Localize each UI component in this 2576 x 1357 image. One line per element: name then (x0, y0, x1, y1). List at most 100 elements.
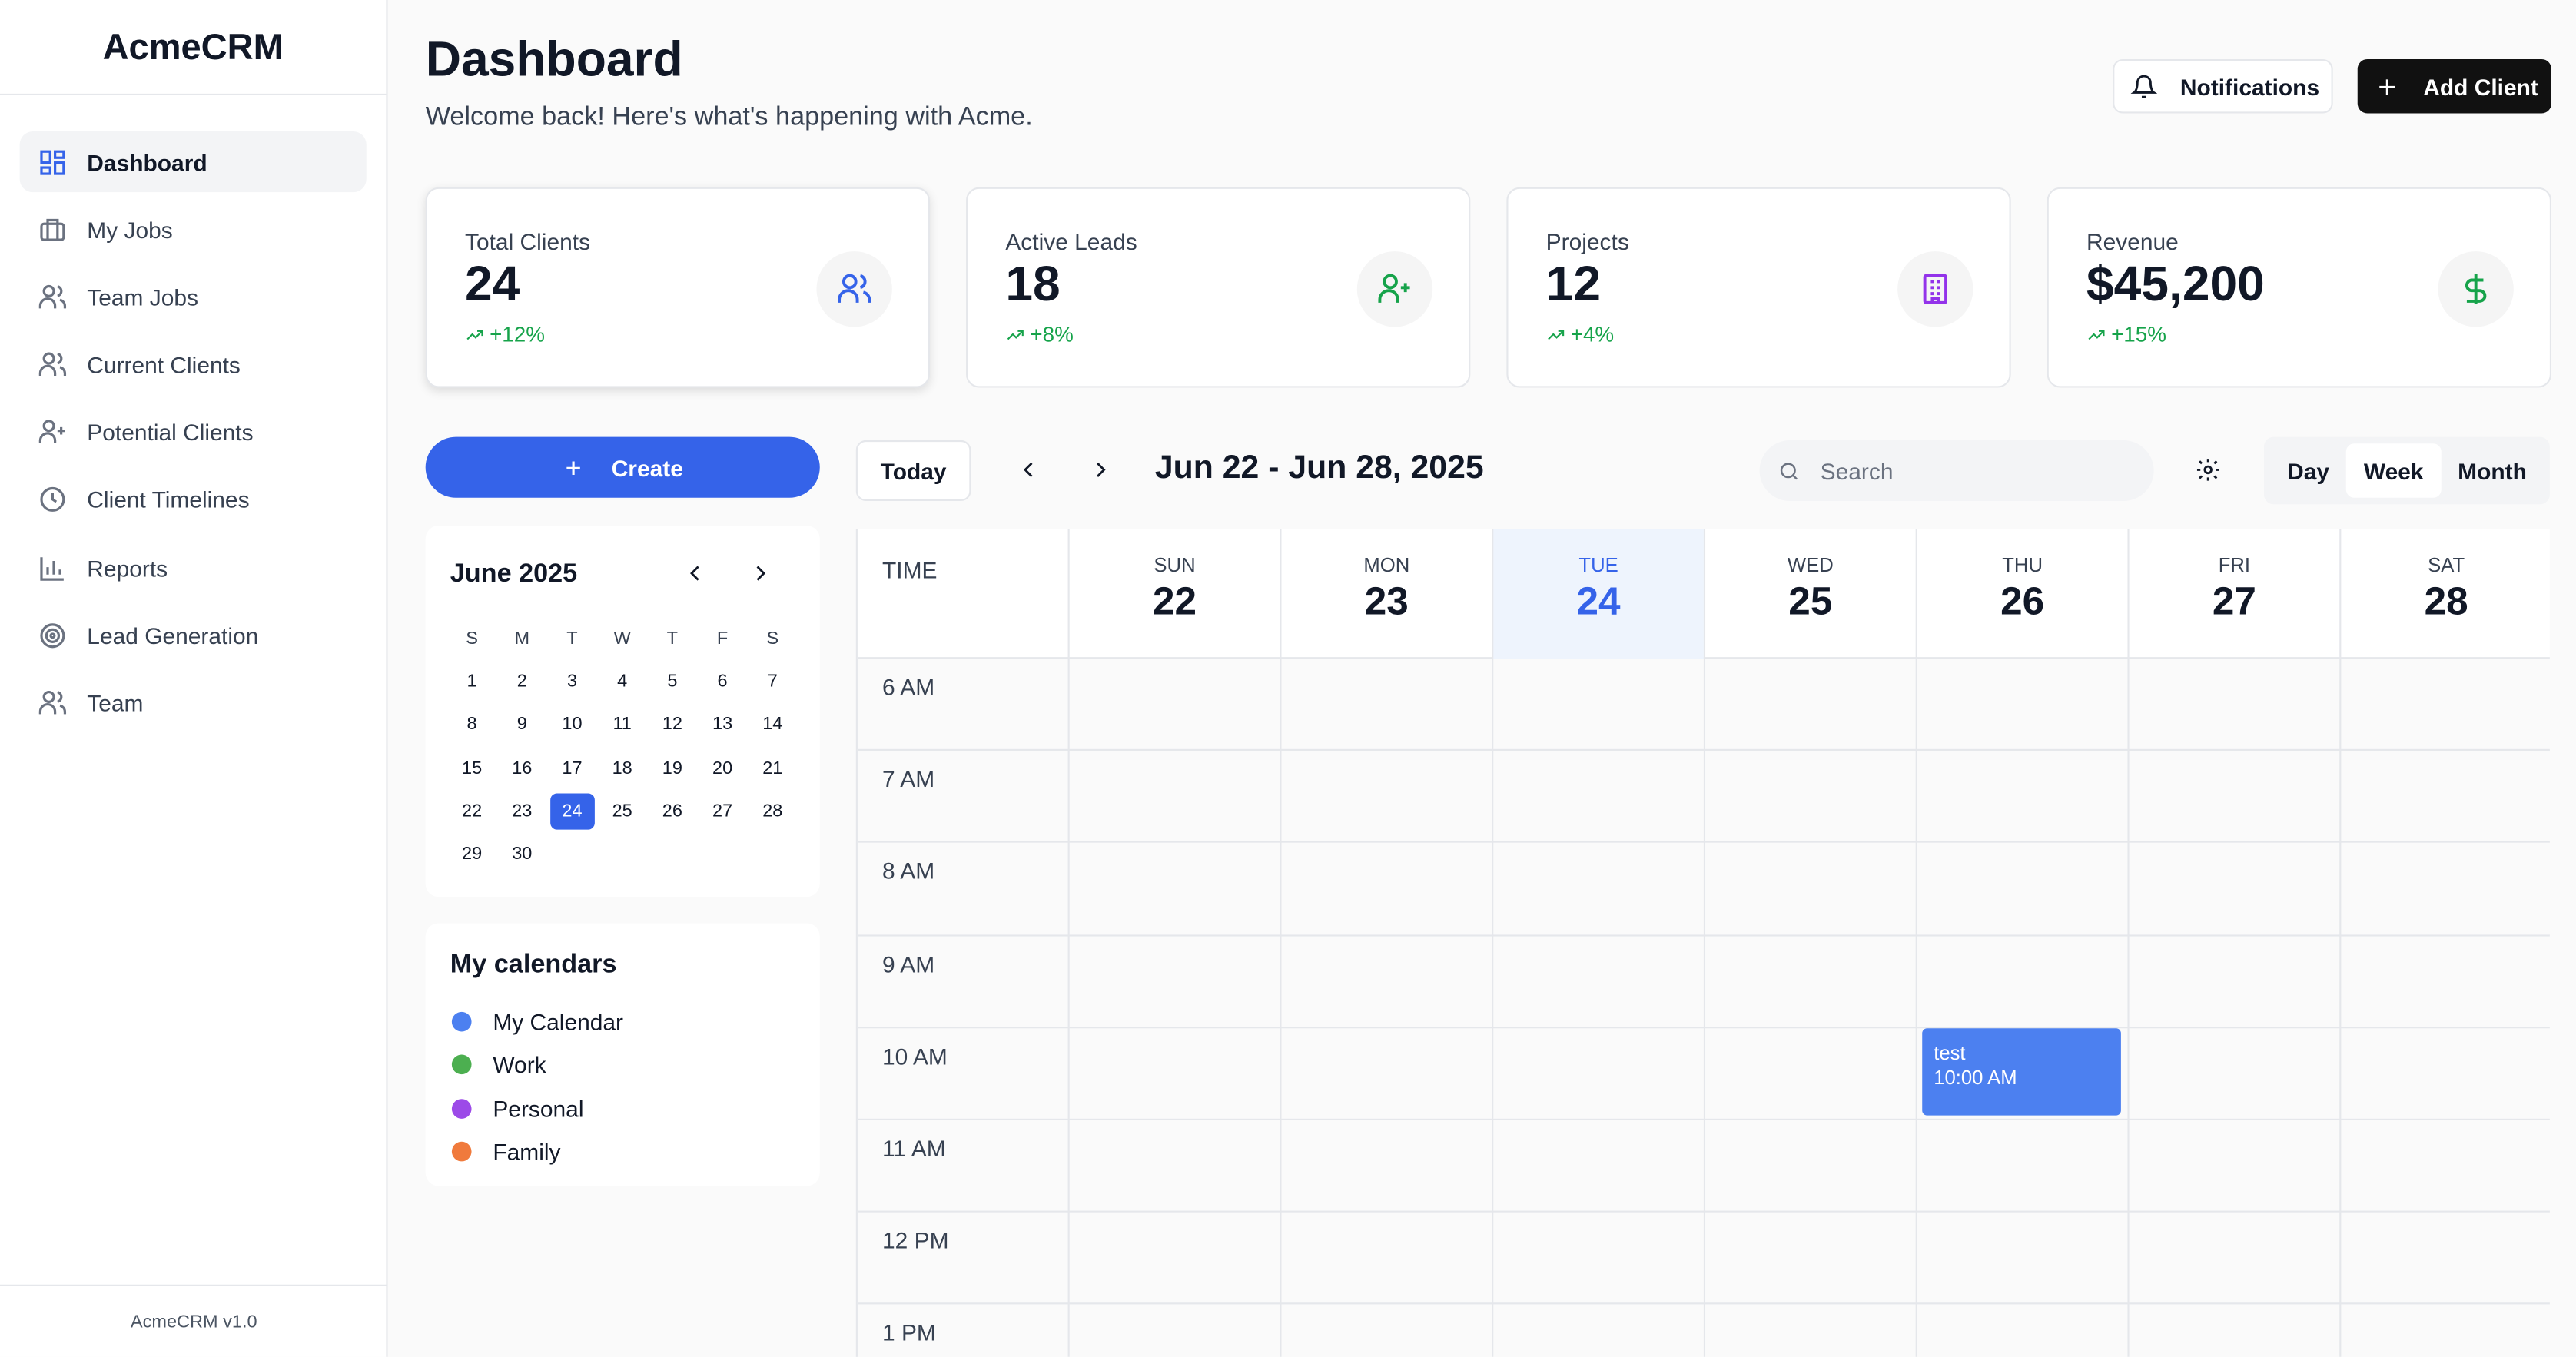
calendar-list: My Calendar Work Personal Family (451, 1000, 623, 1173)
view-week-button[interactable]: Week (2345, 443, 2442, 498)
day-cell[interactable]: 9 (497, 707, 547, 743)
sidebar-item-team-jobs[interactable]: Team Jobs (20, 267, 367, 327)
weekday-label: S (466, 629, 478, 649)
day-cell[interactable]: 29 (446, 836, 496, 872)
day-cell[interactable]: 14 (748, 707, 798, 743)
stat-card-projects[interactable]: Projects 12 +4% (1506, 187, 2011, 388)
day-header-wed[interactable]: WED 25 (1703, 529, 1916, 659)
hour-label: 8 AM (881, 858, 935, 884)
day-header-fri[interactable]: FRI 27 (2127, 529, 2339, 659)
day-cell[interactable]: 23 (497, 793, 547, 829)
plus-icon (2379, 78, 2395, 95)
create-button[interactable]: Create (425, 436, 820, 498)
hour-label: 12 PM (881, 1227, 949, 1254)
day-cell[interactable]: 17 (547, 750, 597, 786)
view-day-button[interactable]: Day (2270, 443, 2345, 498)
weekday-label: W (613, 629, 631, 649)
day-cell[interactable]: 21 (748, 750, 798, 786)
search-icon (1780, 462, 1798, 479)
day-name: THU (2002, 553, 2043, 577)
day-cell-selected[interactable]: 24 (550, 793, 594, 830)
calendar-item-family[interactable]: Family (451, 1130, 623, 1173)
day-name: FRI (2218, 553, 2251, 577)
stat-card-active-leads[interactable]: Active Leads 18 +8% (966, 187, 1471, 388)
day-name: SUN (1154, 553, 1196, 577)
day-cell[interactable]: 22 (446, 793, 496, 829)
day-date: 27 (2212, 579, 2256, 625)
calendar-color-dot (451, 1055, 472, 1076)
chevron-left-icon[interactable] (1015, 456, 1041, 483)
calendar-item-my-calendar[interactable]: My Calendar (451, 1000, 623, 1043)
day-cell[interactable]: 30 (497, 836, 547, 872)
sidebar-item-current-clients[interactable]: Current Clients (20, 334, 367, 395)
day-header-sun[interactable]: SUN 22 (1067, 529, 1280, 659)
stat-value: 18 (1005, 257, 1061, 313)
day-cell[interactable]: 5 (647, 664, 697, 700)
user-plus-icon (1378, 274, 1410, 303)
today-button[interactable]: Today (855, 440, 971, 502)
day-cell[interactable]: 28 (748, 793, 798, 829)
add-client-button[interactable]: Add Client (2357, 58, 2552, 114)
day-date: 24 (1576, 579, 1621, 625)
stat-value: 12 (1545, 257, 1602, 313)
sidebar-item-dashboard[interactable]: Dashboard (19, 131, 367, 193)
week-row: 29 30 (446, 833, 798, 876)
plus-icon (566, 460, 581, 474)
event-title: test (1934, 1041, 1966, 1065)
day-cell[interactable]: 16 (497, 750, 547, 786)
day-cell[interactable]: 8 (446, 707, 496, 743)
day-cell[interactable]: 12 (647, 707, 697, 743)
day-cell[interactable]: 13 (697, 707, 747, 743)
day-cell[interactable]: 6 (697, 664, 747, 700)
day-cell[interactable]: 2 (497, 664, 547, 700)
hour-label: 10 AM (881, 1042, 948, 1070)
sidebar-item-potential-clients[interactable]: Potential Clients (20, 402, 367, 463)
day-cell[interactable]: 19 (647, 750, 697, 786)
day-date: 25 (1788, 579, 1833, 625)
sidebar-item-team[interactable]: Team (20, 672, 367, 733)
day-cell[interactable]: 1 (446, 664, 496, 700)
stat-card-total-clients[interactable]: Total Clients 24 +12% (425, 187, 930, 388)
search-placeholder: Search (1820, 457, 1894, 484)
day-header-tue[interactable]: TUE 24 (1492, 529, 1704, 659)
sidebar-item-my-jobs[interactable]: My Jobs (20, 199, 367, 260)
day-cell[interactable]: 4 (597, 664, 647, 700)
trending-up-icon (1007, 329, 1024, 340)
users-icon (838, 274, 871, 303)
day-cell[interactable]: 27 (697, 793, 747, 829)
stat-change-value: +8% (1030, 322, 1074, 347)
sidebar-item-reports[interactable]: Reports (20, 537, 367, 598)
sidebar-item-lead-generation[interactable]: Lead Generation (20, 605, 367, 665)
day-cell[interactable]: 11 (597, 707, 647, 743)
gear-icon[interactable] (2195, 456, 2221, 483)
stat-card-revenue[interactable]: Revenue $45,200 +15% (2047, 187, 2552, 388)
day-header-sat[interactable]: SAT 28 (2339, 529, 2550, 659)
calendar-item-personal[interactable]: Personal (451, 1087, 623, 1130)
day-header-thu[interactable]: THU 26 (1915, 529, 2128, 659)
sidebar-item-label: Potential Clients (87, 419, 254, 446)
day-cell[interactable]: 3 (547, 664, 597, 700)
day-cell[interactable]: 20 (697, 750, 747, 786)
chevron-right-icon[interactable] (1087, 456, 1114, 483)
week-row: 8 9 10 11 12 13 14 (446, 704, 798, 747)
search-input[interactable]: Search (1759, 440, 2154, 502)
calendar-event[interactable]: test 10:00 AM (1922, 1028, 2121, 1116)
add-client-label: Add Client (2423, 73, 2538, 100)
day-header-mon[interactable]: MON 23 (1280, 529, 1492, 659)
time-column-header: TIME (881, 556, 938, 583)
sidebar-item-client-timelines[interactable]: Client Timelines (20, 469, 367, 530)
day-cell[interactable]: 18 (597, 750, 647, 786)
chevron-left-icon[interactable] (682, 560, 708, 586)
day-cell[interactable]: 10 (547, 707, 597, 743)
day-cell[interactable]: 15 (446, 750, 496, 786)
day-cell[interactable]: 25 (597, 793, 647, 829)
weekday-label: F (716, 629, 729, 649)
day-cell[interactable]: 26 (647, 793, 697, 829)
user-plus-icon (38, 420, 65, 444)
view-month-button[interactable]: Month (2442, 443, 2544, 498)
chevron-right-icon[interactable] (748, 560, 774, 586)
day-cell[interactable]: 7 (748, 664, 798, 700)
notifications-button[interactable]: Notifications (2113, 58, 2333, 114)
stat-label: Active Leads (1005, 228, 1137, 255)
calendar-item-work[interactable]: Work (451, 1043, 623, 1087)
